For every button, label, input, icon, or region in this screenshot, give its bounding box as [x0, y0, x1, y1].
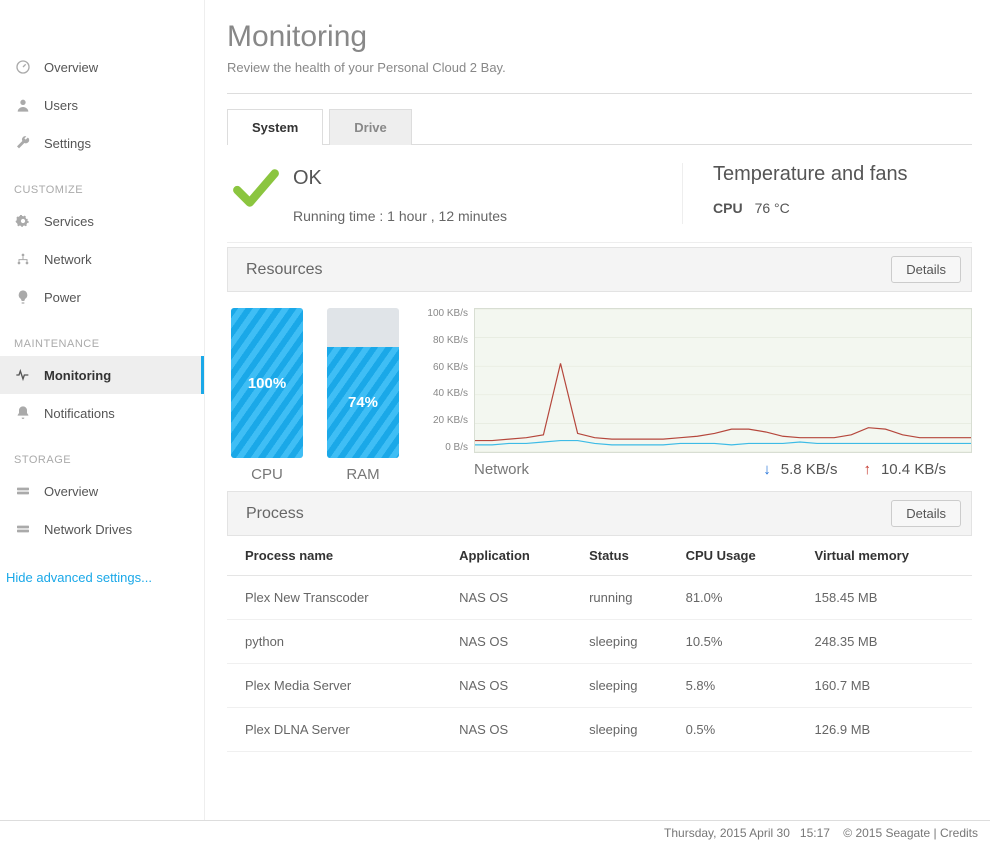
- process-column-header[interactable]: Status: [581, 536, 678, 576]
- drive-icon: [14, 520, 32, 538]
- sidebar-item-notifications[interactable]: Notifications: [0, 394, 204, 432]
- sidebar-header-customize: CUSTOMIZE: [0, 162, 204, 202]
- dashboard-icon: [14, 58, 32, 76]
- resources-details-button[interactable]: Details: [891, 256, 961, 283]
- sidebar: Overview Users Settings CUSTOMIZE Services…: [0, 0, 205, 820]
- upload-value: 10.4 KB/s: [881, 461, 946, 478]
- sidebar-item-network-drives[interactable]: Network Drives: [0, 510, 204, 548]
- ram-bar: 74% RAM: [327, 308, 399, 483]
- sidebar-item-users[interactable]: Users: [0, 86, 204, 124]
- process-header: Process Details: [227, 491, 972, 536]
- cpu-bar-fill: 100%: [231, 308, 303, 458]
- download-value: 5.8 KB/s: [781, 461, 838, 478]
- sidebar-item-label: Users: [44, 98, 78, 113]
- sidebar-item-label: Network: [44, 252, 92, 267]
- bell-icon: [14, 404, 32, 422]
- user-icon: [14, 96, 32, 114]
- sidebar-item-label: Power: [44, 290, 81, 305]
- sidebar-item-overview[interactable]: Overview: [0, 48, 204, 86]
- upload-arrow-icon: ↑: [863, 461, 871, 478]
- gear-icon: [14, 212, 32, 230]
- table-row[interactable]: Plex New TranscoderNAS OSrunning81.0%158…: [227, 576, 972, 620]
- temperature-title: Temperature and fans: [713, 163, 962, 186]
- tabs: SystemDrive: [227, 108, 972, 145]
- tab-system[interactable]: System: [227, 109, 323, 145]
- cpu-bar: 100% CPU: [231, 308, 303, 483]
- sidebar-item-power[interactable]: Power: [0, 278, 204, 316]
- network-label: Network: [474, 461, 763, 478]
- sidebar-item-label: Monitoring: [44, 368, 111, 383]
- status-ok-icon: [231, 163, 281, 213]
- wrench-icon: [14, 134, 32, 152]
- sidebar-item-settings[interactable]: Settings: [0, 124, 204, 162]
- ram-bar-fill: 74%: [327, 347, 399, 458]
- sidebar-item-label: Settings: [44, 136, 91, 151]
- running-time: Running time : 1 hour , 12 minutes: [293, 190, 507, 224]
- drive-icon: [14, 482, 32, 500]
- process-table: Process nameApplicationStatusCPU UsageVi…: [227, 536, 972, 752]
- sidebar-item-label: Overview: [44, 484, 98, 499]
- sidebar-header-maintenance: MAINTENANCE: [0, 316, 204, 356]
- heartbeat-icon: [14, 366, 32, 384]
- network-icon: [14, 250, 32, 268]
- table-row[interactable]: Plex Media ServerNAS OSsleeping5.8%160.7…: [227, 664, 972, 708]
- status-label: OK: [293, 163, 507, 190]
- sidebar-item-label: Notifications: [44, 406, 115, 421]
- table-row[interactable]: Plex DLNA ServerNAS OSsleeping0.5%126.9 …: [227, 708, 972, 752]
- process-column-header[interactable]: Process name: [227, 536, 451, 576]
- hide-advanced-link[interactable]: Hide advanced settings...: [0, 548, 204, 607]
- sidebar-item-services[interactable]: Services: [0, 202, 204, 240]
- tab-drive[interactable]: Drive: [329, 109, 412, 145]
- credits-link[interactable]: Credits: [940, 826, 978, 840]
- sidebar-item-network[interactable]: Network: [0, 240, 204, 278]
- sidebar-header-storage: STORAGE: [0, 432, 204, 472]
- page-subtitle: Review the health of your Personal Cloud…: [227, 54, 972, 94]
- footer: Thursday, 2015 April 30 15:17 © 2015 Sea…: [0, 820, 990, 845]
- process-column-header[interactable]: Virtual memory: [807, 536, 972, 576]
- sidebar-item-label: Services: [44, 214, 94, 229]
- sidebar-item-overview[interactable]: Overview: [0, 472, 204, 510]
- process-column-header[interactable]: CPU Usage: [678, 536, 807, 576]
- main-content: Monitoring Review the health of your Per…: [205, 0, 990, 820]
- process-details-button[interactable]: Details: [891, 500, 961, 527]
- network-yticks: 100 KB/s80 KB/s60 KB/s40 KB/s20 KB/s0 B/…: [419, 308, 474, 453]
- process-column-header[interactable]: Application: [451, 536, 581, 576]
- network-chart: [474, 308, 972, 453]
- sidebar-item-label: Network Drives: [44, 522, 132, 537]
- sidebar-item-monitoring[interactable]: Monitoring: [0, 356, 204, 394]
- table-row[interactable]: pythonNAS OSsleeping10.5%248.35 MB: [227, 620, 972, 664]
- page-title: Monitoring: [227, 20, 972, 54]
- temperature-cpu: CPU76 °C: [713, 186, 962, 216]
- sidebar-item-label: Overview: [44, 60, 98, 75]
- resources-header: Resources Details: [227, 247, 972, 292]
- download-arrow-icon: ↓: [763, 461, 771, 478]
- power-icon: [14, 288, 32, 306]
